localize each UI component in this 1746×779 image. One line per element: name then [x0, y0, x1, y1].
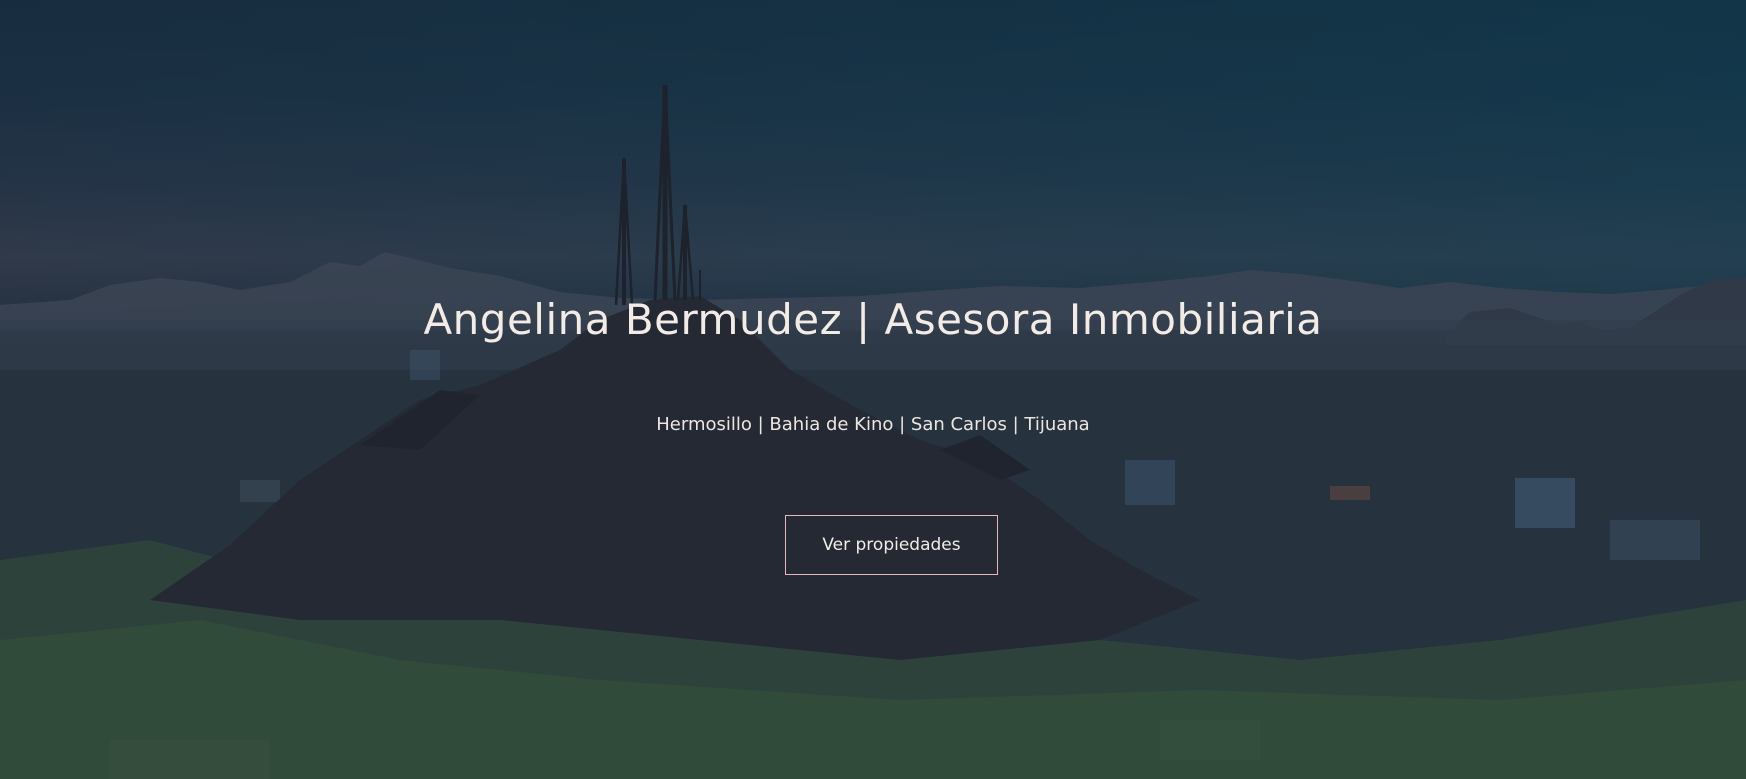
hero-section: Angelina Bermudez | Asesora Inmobiliaria… — [0, 0, 1746, 779]
hero-subtitle: Hermosillo | Bahia de Kino | San Carlos … — [656, 414, 1090, 435]
view-properties-button[interactable]: Ver propiedades — [785, 515, 998, 575]
hero-title: Angelina Bermudez | Asesora Inmobiliaria — [423, 295, 1323, 344]
hero-content: Angelina Bermudez | Asesora Inmobiliaria… — [0, 0, 1746, 779]
